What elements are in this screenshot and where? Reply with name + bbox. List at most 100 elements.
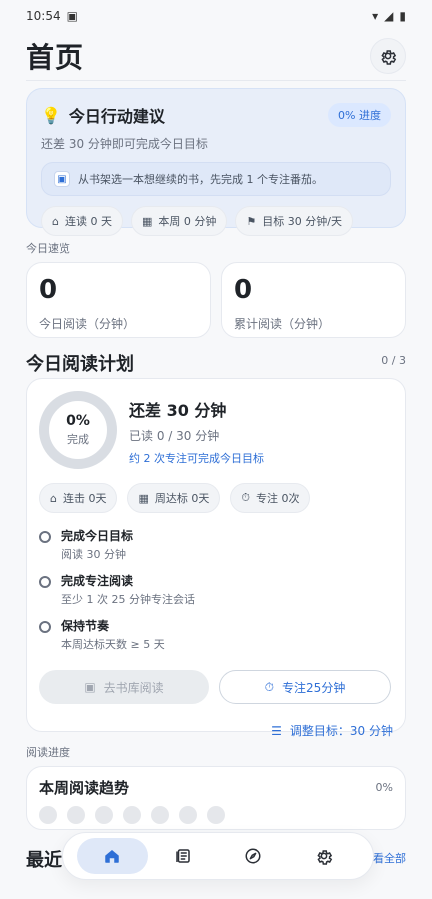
status-bar: 10:54 ▣ ▾ ◢ ▮ [0, 0, 432, 32]
status-left: 10:54 ▣ [26, 9, 78, 23]
chip-focus-text: 专注 0次 [255, 492, 300, 505]
total-reading-card: 0 累计阅读（分钟） [221, 262, 406, 338]
task-item[interactable]: 完成今日目标 阅读 30 分钟 [39, 527, 393, 562]
calendar-icon: ▦ [141, 214, 153, 228]
go-library-button[interactable]: ▣ 去书库阅读 [39, 670, 209, 704]
progress-percent: 0% [66, 413, 90, 429]
day-dot [123, 806, 141, 824]
combo-icon: ⌂ [50, 491, 57, 505]
chip-streak-text: 连读 0 天 [64, 215, 112, 228]
focus-25-label: 专注25分钟 [282, 680, 346, 695]
today-reading-value: 0 [39, 275, 58, 305]
gear-icon [317, 850, 332, 865]
recent-title: 最近 [26, 850, 62, 871]
weekly-dots [39, 806, 393, 824]
day-dot [207, 806, 225, 824]
chip-focus: ⏱ 专注 0次 [230, 483, 311, 513]
chip-week-text: 本周 0 分钟 [158, 215, 217, 228]
lightbulb-icon: 💡 [41, 105, 61, 125]
stopwatch-icon: ⏱ [264, 679, 275, 694]
signal-icon: ◢ [384, 9, 394, 23]
weekly-trend-percent: 0% [375, 781, 393, 794]
today-reading-label: 今日阅读（分钟） [39, 317, 136, 331]
weekly-trend-title: 本周阅读趋势 [39, 779, 130, 797]
progress-label: 阅读进度 [26, 746, 70, 759]
sliders-icon: ☰ [271, 723, 282, 738]
day-dot [151, 806, 169, 824]
nav-discover[interactable] [218, 838, 289, 874]
weekly-trend-card: 本周阅读趋势 0% [26, 766, 406, 830]
go-library-label: 去书库阅读 [103, 680, 164, 695]
action-hint[interactable]: ▣ 从书架选一本想继续的书，先完成 1 个专注番茄。 [41, 162, 391, 196]
wifi-icon: ▾ [372, 9, 379, 23]
remaining-text: 还差 30 分钟 [129, 401, 227, 420]
list-icon [176, 849, 190, 863]
notification-icon: ▣ [66, 9, 78, 23]
chip-combo: ⌂ 连击 0天 [39, 483, 118, 513]
focus-tip: 约 2 次专注可完成今日目标 [129, 452, 264, 465]
task-item[interactable]: 保持节奏 本周达标天数 ≥ 5 天 [39, 617, 393, 652]
battery-icon: ▮ [399, 9, 406, 23]
settings-button[interactable] [370, 38, 406, 74]
chip-combo-text: 连击 0天 [62, 492, 107, 505]
gear-icon [381, 50, 397, 65]
task-checkbox[interactable] [39, 531, 51, 543]
task-checkbox[interactable] [39, 576, 51, 588]
top-header: 首页 [0, 32, 432, 80]
page-title: 首页 [26, 41, 85, 74]
library-icon: ▣ [84, 680, 96, 694]
flag-icon: ⚑ [246, 214, 257, 228]
task-desc: 阅读 30 分钟 [61, 548, 126, 561]
progress-badge: 0% 进度 [328, 103, 391, 127]
task-desc: 本周达标天数 ≥ 5 天 [61, 638, 165, 651]
chip-streak: ⌂ 连读 0 天 [41, 206, 123, 236]
chip-week-goal: ▦ 周达标 0天 [127, 483, 221, 513]
total-reading-label: 累计阅读（分钟） [234, 317, 331, 331]
day-dot [67, 806, 85, 824]
task-title: 保持节奏 [61, 619, 110, 633]
action-chips: ⌂ 连读 0 天 ▦ 本周 0 分钟 ⚑ 目标 30 分钟/天 [41, 206, 391, 236]
total-reading-value: 0 [234, 275, 253, 305]
chip-week: ▦ 本周 0 分钟 [130, 206, 228, 236]
chip-goal: ⚑ 目标 30 分钟/天 [235, 206, 353, 236]
view-all-link[interactable]: 看全部 [373, 850, 406, 866]
nav-library[interactable] [148, 838, 219, 874]
timer-icon: ⏱ [241, 491, 250, 504]
progress-ring: 0% 完成 [39, 391, 117, 469]
day-dot [95, 806, 113, 824]
adjust-goal-text: 调整目标：30 分钟 [289, 724, 393, 738]
reading-plan-card: 0% 完成 还差 30 分钟 已读 0 / 30 分钟 约 2 次专注可完成今日… [26, 378, 406, 738]
status-time: 10:54 [26, 9, 61, 23]
today-action-card: 💡 今日行动建议 0% 进度 还差 30 分钟即可完成今日目标 ▣ 从书架选一本… [26, 88, 406, 236]
nav-settings[interactable] [289, 838, 360, 874]
progress-label: 完成 [67, 433, 89, 446]
overview-label: 今日速览 [26, 242, 70, 255]
action-title: 今日行动建议 [68, 107, 165, 126]
bottom-navigation [62, 832, 374, 880]
status-right: ▾ ◢ ▮ [372, 9, 406, 23]
hint-text: 从书架选一本想继续的书，先完成 1 个专注番茄。 [78, 173, 323, 186]
task-title: 完成今日目标 [61, 529, 134, 543]
streak-icon: ⌂ [52, 214, 59, 228]
plan-title: 今日阅读计划 [26, 354, 134, 375]
task-desc: 至少 1 次 25 分钟专注会话 [61, 593, 195, 606]
focus-25-button[interactable]: ⏱ 专注25分钟 [219, 670, 391, 704]
nav-home[interactable] [77, 838, 148, 874]
compass-icon [245, 848, 261, 864]
task-title: 完成专注阅读 [61, 574, 134, 588]
plan-chips: ⌂ 连击 0天 ▦ 周达标 0天 ⏱ 专注 0次 [39, 483, 393, 513]
chip-goal-text: 目标 30 分钟/天 [262, 215, 342, 228]
task-item[interactable]: 完成专注阅读 至少 1 次 25 分钟专注会话 [39, 572, 393, 607]
adjust-goal[interactable]: ☰ 调整目标：30 分钟 [39, 722, 393, 739]
day-dot [179, 806, 197, 824]
task-checkbox[interactable] [39, 621, 51, 633]
home-icon [105, 850, 119, 863]
header-divider [26, 80, 406, 81]
plan-count: 0 / 3 [381, 354, 406, 367]
read-status: 已读 0 / 30 分钟 [129, 429, 220, 443]
week-goal-icon: ▦ [138, 491, 149, 505]
plan-actions: ▣ 去书库阅读 ⏱ 专注25分钟 [39, 670, 393, 704]
action-subtitle: 还差 30 分钟即可完成今日目标 [41, 137, 208, 151]
today-reading-card: 0 今日阅读（分钟） [26, 262, 211, 338]
chip-week-goal-text: 周达标 0天 [154, 492, 210, 505]
